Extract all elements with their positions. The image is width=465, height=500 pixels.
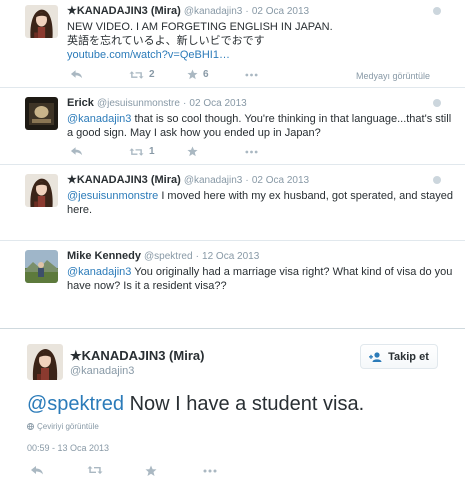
focused-text: Now I have a student visa. xyxy=(124,393,365,415)
settings-icon[interactable] xyxy=(433,176,441,184)
separator-dot: · xyxy=(245,6,249,17)
retweet-button[interactable]: 1 xyxy=(129,146,155,157)
tweet-actions: 2 6 Medyayı görüntüle xyxy=(67,69,455,87)
favorite-icon xyxy=(145,465,157,477)
retweet-count: 2 xyxy=(149,69,155,80)
tweet-author-name[interactable]: Mike Kennedy xyxy=(67,250,141,262)
avatar[interactable] xyxy=(25,250,58,283)
focused-actions xyxy=(27,465,327,483)
tweet-mention[interactable]: @kanadajin3 xyxy=(67,266,131,278)
favorite-button[interactable]: 6 xyxy=(187,69,209,80)
reply-icon xyxy=(70,69,83,79)
follow-button[interactable]: Takip et xyxy=(360,344,438,369)
tweet-text-line-1: NEW VIDEO. I AM FORGETING ENGLISH IN JAP… xyxy=(67,21,333,33)
tweet-mention[interactable]: @kanadajin3 xyxy=(67,113,131,125)
tweet-mention[interactable]: @jesuisunmonstre xyxy=(67,190,158,202)
favorite-button[interactable] xyxy=(187,146,198,157)
favorite-button[interactable] xyxy=(145,465,157,477)
separator-dot: · xyxy=(195,251,199,262)
retweet-icon xyxy=(87,465,103,475)
translate-link[interactable]: Çeviriyi görüntüle xyxy=(27,422,99,431)
tweet-time[interactable]: 02 Oca 2013 xyxy=(189,98,246,109)
more-icon xyxy=(245,73,258,77)
focused-author-name[interactable]: ★KANADAJIN3 (Mira) xyxy=(70,348,204,364)
focused-author-handle[interactable]: @kanadajin3 xyxy=(70,365,134,377)
retweet-icon xyxy=(129,147,144,157)
settings-icon[interactable] xyxy=(433,99,441,107)
tweet-author-handle[interactable]: @spektred xyxy=(144,251,193,262)
favorite-icon xyxy=(187,146,198,157)
reply-button[interactable] xyxy=(70,146,83,156)
retweet-button[interactable] xyxy=(87,465,103,475)
tweet-2[interactable]: Erick @jesuisunmonstre · 02 Oca 2013 @ka… xyxy=(0,88,465,165)
more-icon xyxy=(245,150,258,154)
focused-mention[interactable]: @spektred xyxy=(27,393,124,415)
tweet-text-line-2: 英語を忘れているよ、新しいビでおです xyxy=(67,35,265,47)
tweet-author-handle[interactable]: @kanadajin3 xyxy=(184,6,243,17)
more-button[interactable] xyxy=(245,150,258,154)
tweet-time[interactable]: 02 Oca 2013 xyxy=(252,175,309,186)
focused-timestamp[interactable]: 00:59 - 13 Oca 2013 xyxy=(27,443,109,453)
focused-tweet: ★KANADAJIN3 (Mira) @kanadajin3 Takip et … xyxy=(0,330,465,500)
reply-button[interactable] xyxy=(30,465,44,475)
more-icon xyxy=(203,469,217,473)
view-media-link[interactable]: Medyayı görüntüle xyxy=(356,71,430,81)
tweet-1[interactable]: ★KANADAJIN3 (Mira) @kanadajin3 · 02 Oca … xyxy=(0,0,465,88)
follow-icon xyxy=(369,351,382,362)
tweet-author-name[interactable]: ★KANADAJIN3 (Mira) xyxy=(67,174,181,186)
tweet-actions: 1 xyxy=(67,146,455,164)
reply-button[interactable] xyxy=(70,69,83,79)
tweet-author-name[interactable]: ★KANADAJIN3 (Mira) xyxy=(67,5,181,17)
tweet-4[interactable]: Mike Kennedy @spektred · 12 Oca 2013 @ka… xyxy=(0,241,465,329)
separator-dot: · xyxy=(183,98,187,109)
retweet-count: 1 xyxy=(149,146,155,157)
reply-icon xyxy=(70,146,83,156)
retweet-button[interactable]: 2 xyxy=(129,69,155,80)
more-button[interactable] xyxy=(245,73,258,77)
favorite-count: 6 xyxy=(203,69,209,80)
favorite-icon xyxy=(187,69,198,80)
tweet-link[interactable]: youtube.com/watch?v=QeBHI1… xyxy=(67,48,455,62)
tweet-author-handle[interactable]: @kanadajin3 xyxy=(184,175,243,186)
tweet-author-handle[interactable]: @jesuisunmonstre xyxy=(97,98,180,109)
more-button[interactable] xyxy=(203,469,217,473)
avatar[interactable] xyxy=(25,174,58,207)
tweet-time[interactable]: 12 Oca 2013 xyxy=(202,251,259,262)
tweet-3[interactable]: ★KANADAJIN3 (Mira) @kanadajin3 · 02 Oca … xyxy=(0,165,465,241)
avatar[interactable] xyxy=(25,97,58,130)
settings-icon[interactable] xyxy=(433,7,441,15)
globe-icon xyxy=(27,423,34,430)
retweet-icon xyxy=(129,70,144,80)
tweet-author-name[interactable]: Erick xyxy=(67,97,94,109)
translate-label: Çeviriyi görüntüle xyxy=(37,422,99,431)
avatar[interactable] xyxy=(27,344,63,380)
avatar[interactable] xyxy=(25,5,58,38)
reply-icon xyxy=(30,465,44,475)
separator-dot: · xyxy=(245,175,249,186)
follow-label: Takip et xyxy=(388,350,429,363)
tweet-time[interactable]: 02 Oca 2013 xyxy=(252,6,309,17)
